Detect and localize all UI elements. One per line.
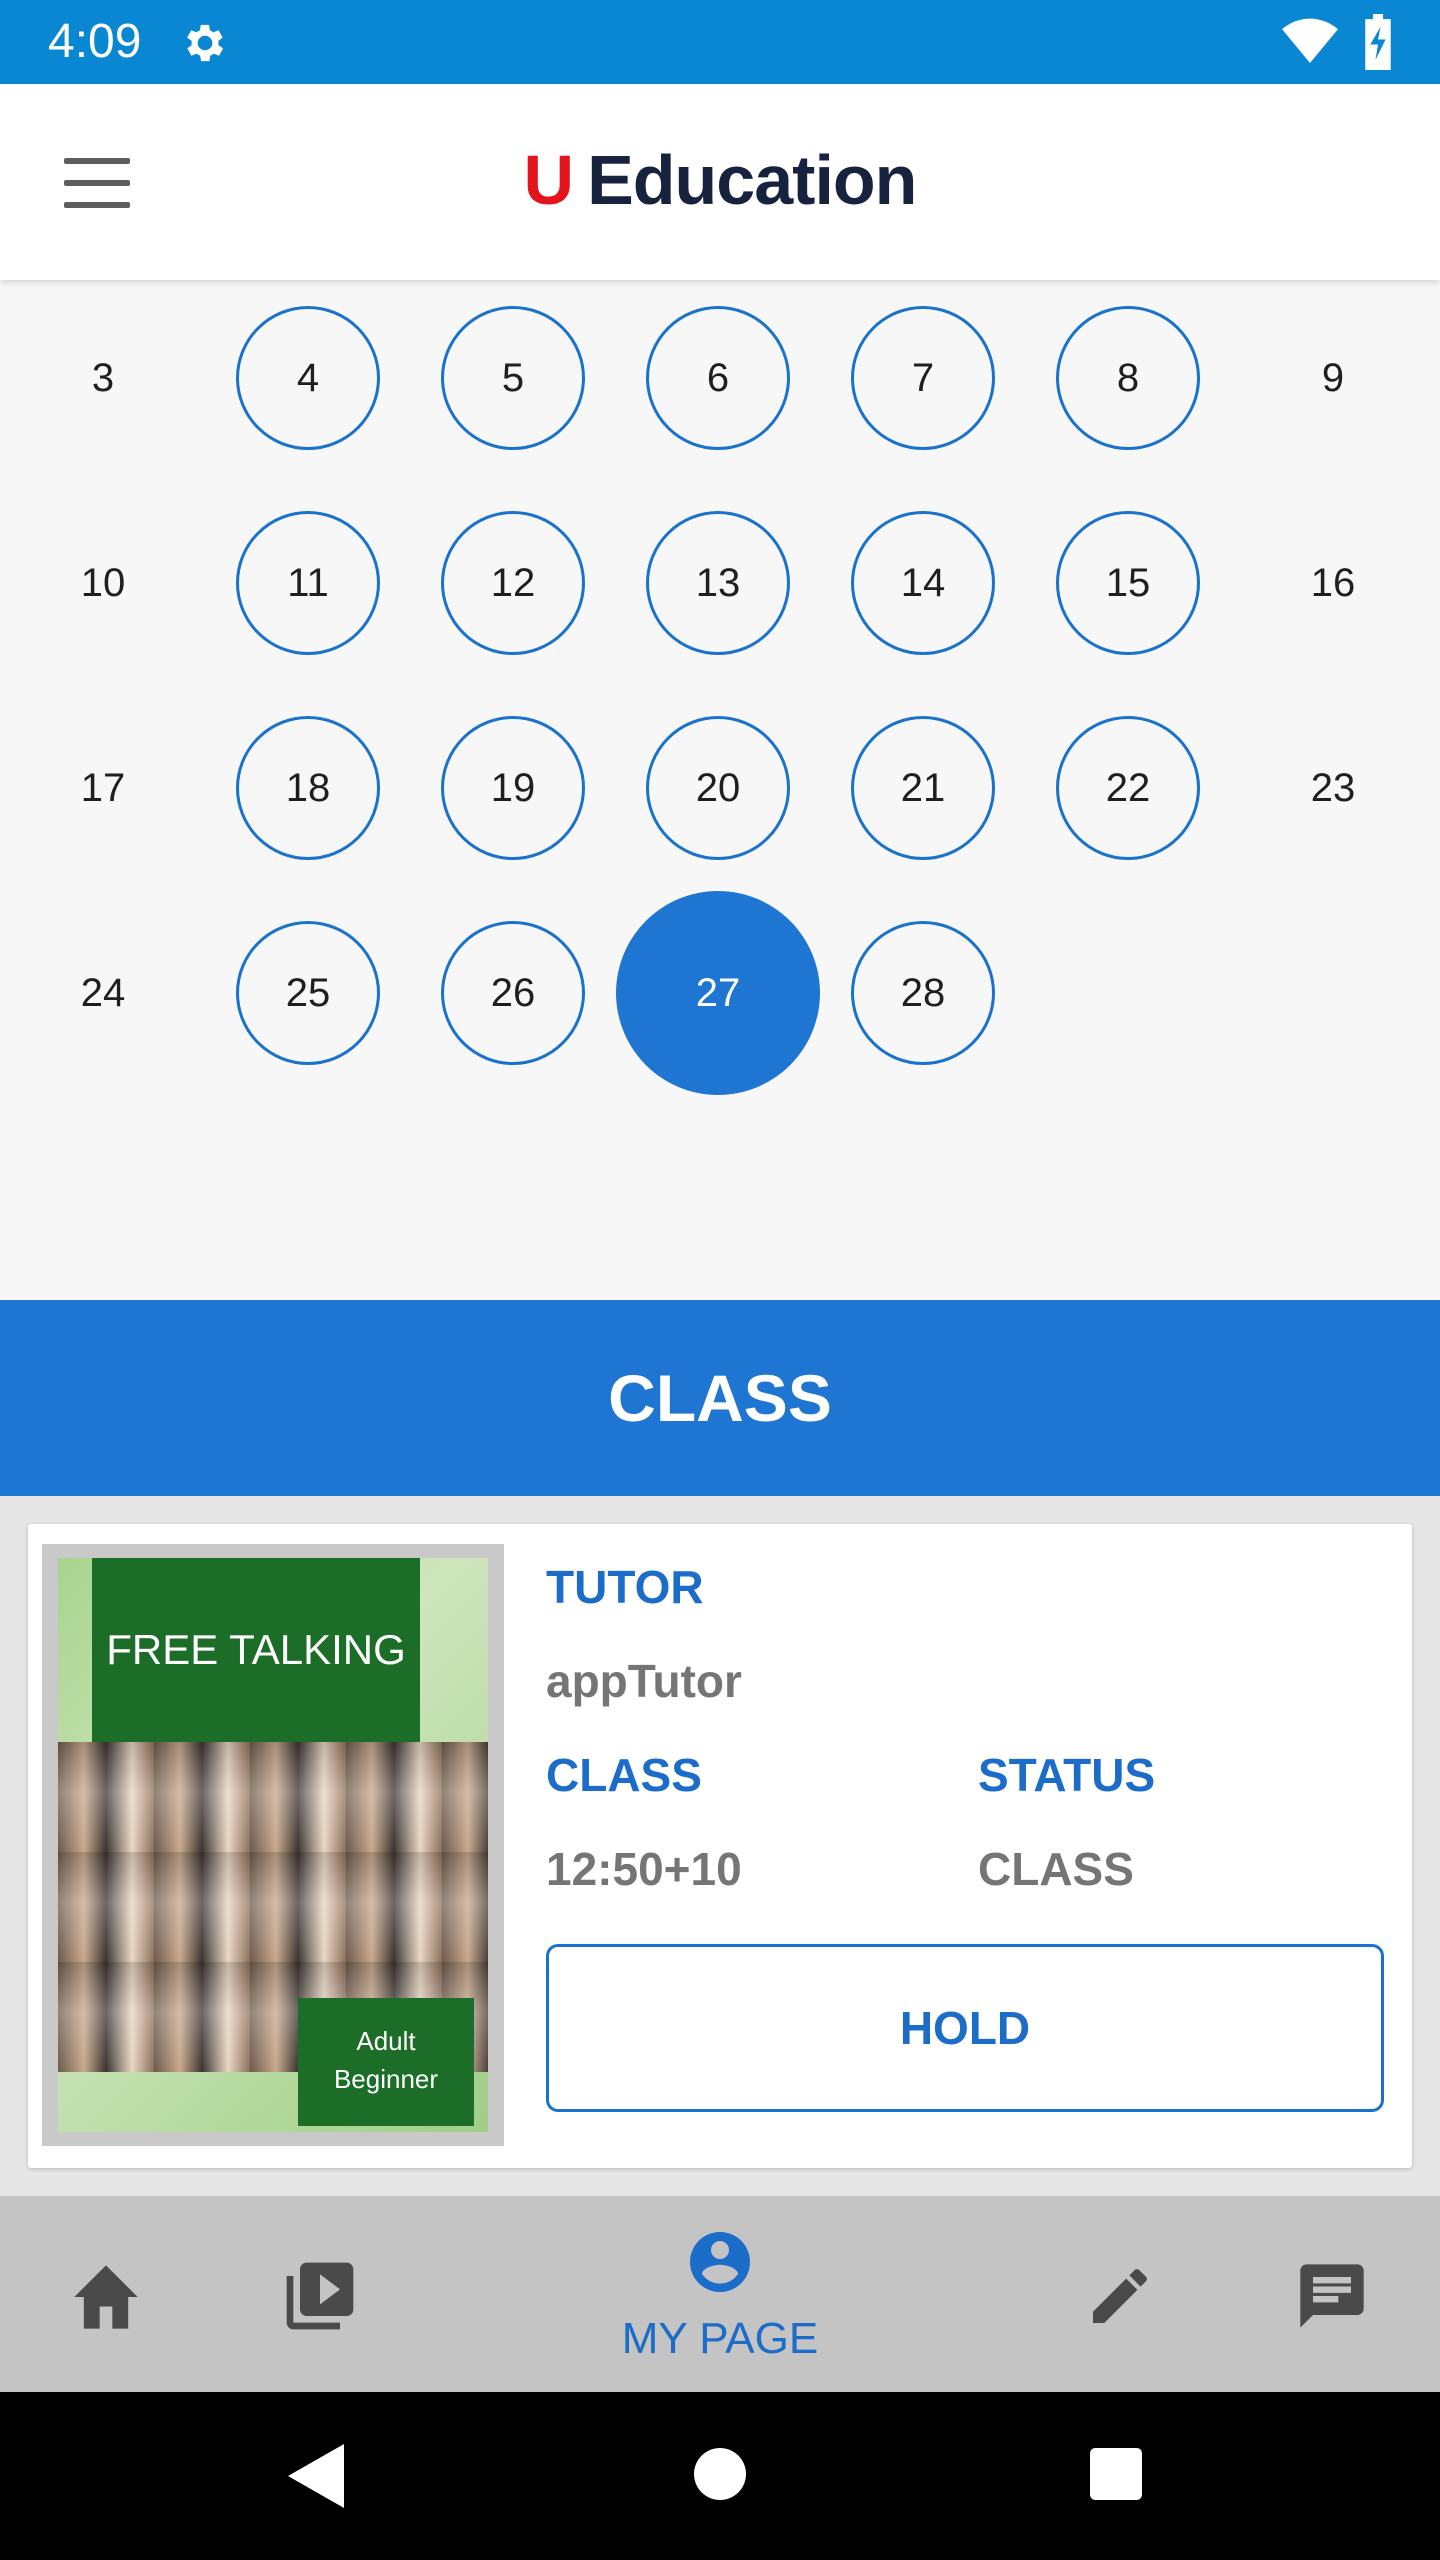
calendar-day[interactable]: 28: [851, 921, 995, 1065]
hold-button[interactable]: HOLD: [546, 1944, 1384, 2112]
class-section-header: CLASS: [0, 1300, 1440, 1496]
thumbnail-level-line2: Beginner: [333, 2064, 439, 2094]
calendar-day[interactable]: 4: [236, 306, 380, 450]
class-time-value: 12:50+10: [546, 1843, 742, 1895]
bottom-navigation: MY PAGE: [0, 2196, 1440, 2392]
back-triangle-icon[interactable]: [288, 2444, 344, 2508]
logo-text: Education: [587, 141, 917, 219]
calendar-day[interactable]: 12: [441, 511, 585, 655]
calendar-day[interactable]: 11: [236, 511, 380, 655]
calendar-day[interactable]: 22: [1056, 716, 1200, 860]
nav-my-page-label: MY PAGE: [621, 2314, 819, 2363]
calendar-day[interactable]: 13: [646, 511, 790, 655]
calendar-day: 17: [80, 765, 126, 810]
message-icon[interactable]: [1294, 2258, 1370, 2334]
class-label: CLASS: [546, 1749, 702, 1801]
calendar-day[interactable]: 18: [236, 716, 380, 860]
calendar-day: 3: [91, 355, 115, 400]
tutor-value: appTutor: [546, 1655, 742, 1707]
system-navigation-bar: [0, 2392, 1440, 2560]
status-time: 4:09: [48, 15, 142, 68]
calendar-day[interactable]: 14: [851, 511, 995, 655]
calendar-day: 10: [80, 560, 126, 605]
video-library-icon[interactable]: [280, 2256, 360, 2336]
calendar-day: 16: [1310, 560, 1356, 605]
battery-charging-icon: [1365, 14, 1391, 70]
thumbnail-title: FREE TALKING: [92, 1558, 420, 1742]
app-logo: U Education: [0, 140, 1440, 220]
account-circle-icon: [690, 2232, 750, 2292]
calendar-day[interactable]: 20: [646, 716, 790, 860]
calendar-day[interactable]: 5: [441, 306, 585, 450]
calendar-grid: 3 4 5 6 7 8 9 10 11 12 13 14 15 16 17 18 19 20 21 22 23 24 25 2…: [0, 280, 1440, 1300]
home-circle-icon[interactable]: [694, 2448, 746, 2500]
calendar-day[interactable]: 26: [441, 921, 585, 1065]
calendar-day: 9: [1321, 355, 1345, 400]
settings-gear-icon: [187, 24, 224, 62]
home-icon[interactable]: [68, 2262, 144, 2332]
status-label: STATUS: [978, 1749, 1156, 1801]
logo-u: U: [523, 141, 575, 219]
calendar-day-selected[interactable]: 27: [616, 891, 820, 1095]
status-value: CLASS: [978, 1843, 1134, 1895]
calendar-day[interactable]: 19: [441, 716, 585, 860]
pencil-icon[interactable]: [1084, 2260, 1156, 2332]
calendar-day[interactable]: 21: [851, 716, 995, 860]
course-thumbnail[interactable]: FREE TALKING Adult Beginner: [58, 1558, 488, 2132]
thumbnail-level-badge: Adult Beginner: [298, 1998, 474, 2126]
calendar-day: 23: [1310, 765, 1356, 810]
calendar-day[interactable]: 7: [851, 306, 995, 450]
thumbnail-level-line1: Adult: [356, 2026, 416, 2056]
calendar-day[interactable]: 15: [1056, 511, 1200, 655]
app-bar: U Education: [0, 84, 1440, 280]
calendar-day: 24: [80, 970, 126, 1015]
wifi-icon: [1282, 18, 1338, 64]
recents-square-icon[interactable]: [1090, 2448, 1142, 2500]
calendar-day[interactable]: 25: [236, 921, 380, 1065]
calendar-day[interactable]: 8: [1056, 306, 1200, 450]
status-bar: 4:09: [0, 0, 1440, 84]
calendar-day[interactable]: 6: [646, 306, 790, 450]
tutor-label: TUTOR: [546, 1561, 704, 1613]
